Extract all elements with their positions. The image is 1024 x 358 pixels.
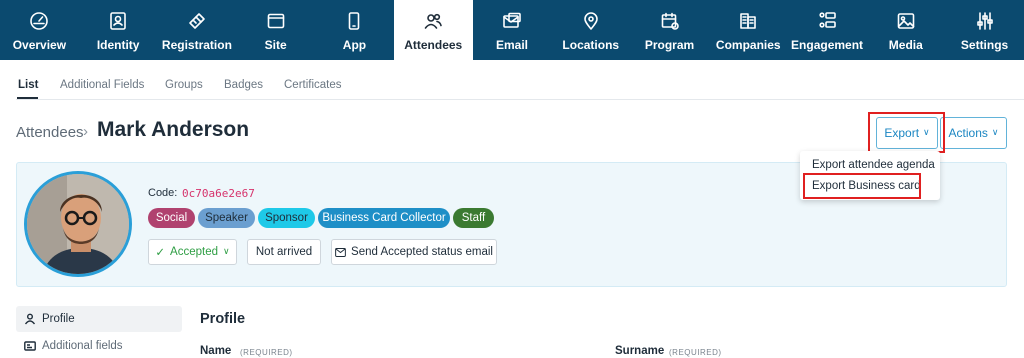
nav-settings[interactable]: Settings	[945, 0, 1024, 60]
map-pin-icon	[581, 10, 601, 32]
avatar	[24, 171, 132, 277]
dashboard-icon	[29, 10, 49, 32]
nav-label: Site	[264, 38, 287, 52]
nav-email[interactable]: Email	[473, 0, 552, 60]
nav-engagement[interactable]: Engagement	[788, 0, 867, 60]
status-label: Accepted	[170, 246, 218, 258]
nav-media[interactable]: Media	[866, 0, 945, 60]
tag-sponsor: Sponsor	[258, 208, 315, 228]
actions-button[interactable]: Actions ∨	[940, 117, 1007, 149]
sidebar-item-label: Additional fields	[42, 340, 123, 352]
send-status-email-button[interactable]: Send Accepted status email	[331, 239, 497, 265]
section-title: Profile	[200, 311, 246, 327]
calendar-icon	[660, 10, 680, 32]
sidebar-item-label: Profile	[42, 313, 75, 325]
mobile-phone-icon	[344, 10, 364, 32]
envelope-icon	[335, 247, 346, 257]
nav-site[interactable]: Site	[236, 0, 315, 60]
tab-groups[interactable]: Groups	[165, 79, 203, 91]
sidebar-item-profile[interactable]: Profile	[16, 306, 182, 332]
breadcrumb-attendees-link[interactable]: Attendees	[16, 124, 84, 141]
tag-speaker: Speaker	[198, 208, 255, 228]
browser-window-icon	[266, 10, 286, 32]
nav-label: Email	[495, 38, 528, 52]
actions-button-label: Actions	[948, 126, 988, 140]
nav-label: Identity	[96, 38, 140, 52]
export-attendee-agenda-item[interactable]: Export attendee agenda	[812, 159, 935, 171]
nav-label: Settings	[960, 38, 1009, 52]
tag-business-card-collector: Business Card Collector	[318, 208, 450, 228]
tab-badges[interactable]: Badges	[224, 79, 263, 91]
nav-label: Locations	[562, 38, 620, 52]
tag-social: Social	[148, 208, 195, 228]
required-indicator: (REQUIRED)	[669, 348, 722, 357]
identity-card-icon	[108, 10, 128, 32]
nav-locations[interactable]: Locations	[551, 0, 630, 60]
status-dropdown[interactable]: ✓ Accepted ∨	[148, 239, 237, 265]
chevron-down-icon: ∨	[991, 126, 999, 137]
checkmark-icon: ✓	[155, 247, 166, 259]
export-highlight-box	[868, 112, 945, 153]
arrival-status-button[interactable]: Not arrived	[247, 239, 321, 265]
engagement-icon	[817, 10, 837, 32]
top-navigation: Overview Identity Registration Site App …	[0, 0, 1024, 60]
id-card-icon	[24, 341, 36, 351]
nav-label: Attendees	[404, 38, 463, 52]
send-status-email-label: Send Accepted status email	[351, 246, 493, 258]
building-icon	[738, 10, 758, 32]
email-icon	[502, 10, 522, 32]
nav-registration[interactable]: Registration	[158, 0, 237, 60]
sliders-icon	[975, 10, 995, 32]
nav-label: Overview	[12, 38, 67, 52]
attendee-code: 0c70a6e2e67	[182, 187, 255, 200]
nav-label: Companies	[715, 38, 781, 52]
nav-label: Program	[644, 38, 695, 52]
nav-label: Media	[888, 38, 923, 52]
people-icon	[423, 10, 443, 32]
nav-program[interactable]: Program	[630, 0, 709, 60]
nav-identity[interactable]: Identity	[79, 0, 158, 60]
tab-additional-fields[interactable]: Additional Fields	[60, 79, 144, 91]
nav-overview[interactable]: Overview	[0, 0, 79, 60]
code-label: Code:	[148, 187, 178, 199]
nav-app[interactable]: App	[315, 0, 394, 60]
sidebar-item-additional-fields[interactable]: Additional fields	[16, 333, 182, 358]
surname-field-label: Surname	[615, 345, 665, 357]
page-title: Mark Anderson	[97, 118, 250, 141]
divider	[16, 99, 1024, 100]
nav-label: App	[342, 38, 367, 52]
arrival-status-label: Not arrived	[255, 246, 313, 258]
tab-certificates[interactable]: Certificates	[284, 79, 342, 91]
name-field-label: Name	[200, 345, 232, 357]
tag-staff: Staff	[453, 208, 494, 228]
ticket-icon	[187, 10, 207, 32]
nav-attendees[interactable]: Attendees	[393, 0, 473, 60]
tab-list[interactable]: List	[18, 79, 38, 91]
nav-companies[interactable]: Companies	[709, 0, 788, 60]
image-icon	[896, 10, 916, 32]
nav-label: Engagement	[791, 38, 864, 52]
business-card-highlight-box	[803, 173, 921, 199]
required-indicator: (REQUIRED)	[240, 348, 293, 357]
sub-tabs: List Additional Fields Groups Badges Cer…	[0, 60, 1024, 100]
user-icon	[24, 313, 36, 325]
breadcrumb-separator: ›	[83, 123, 88, 140]
nav-label: Registration	[161, 38, 232, 52]
chevron-down-icon: ∨	[223, 245, 230, 256]
